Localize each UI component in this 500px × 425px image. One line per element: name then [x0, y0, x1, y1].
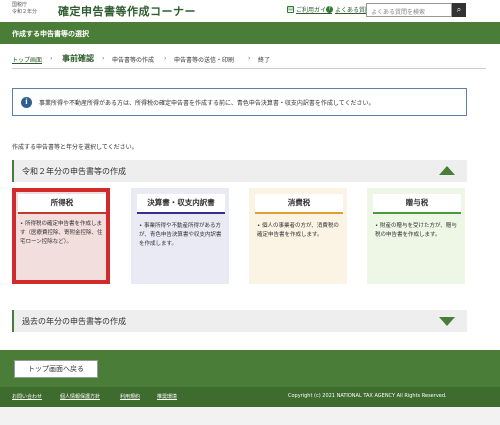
step-current: 事前確認: [62, 54, 94, 63]
card-gift-tax[interactable]: 贈与税 • 財産の贈与を受けた方が、贈与税の申告書を作成します。: [367, 188, 465, 284]
back-to-top-button[interactable]: トップ画面へ戻る: [14, 360, 98, 378]
footer-bottom: [0, 407, 500, 425]
faq-link[interactable]: ? よくある質問: [326, 5, 371, 14]
site-title[interactable]: 確定申告書等作成コーナー: [58, 3, 196, 19]
guide-icon: ▤: [287, 6, 294, 13]
card-title-underline: [373, 212, 461, 214]
card-title: 贈与税: [373, 194, 461, 212]
step-top-link[interactable]: トップ画面: [12, 55, 42, 64]
card-title: 所得税: [18, 194, 106, 212]
tax-year: 令和２年分: [12, 9, 38, 15]
card-title: 決算書・収支内訳書: [137, 194, 225, 212]
footer-link-environment[interactable]: 推奨環境: [157, 393, 177, 400]
footer-links-bar: お問い合わせ 個人情報保護方針 利用規約 推奨環境 Copyright (c) …: [0, 387, 500, 407]
card-income-tax[interactable]: 所得税 • 所得税の確定申告書を作成します（医療費控除、寄附金控除、住宅ローン控…: [12, 188, 110, 284]
instruction-text: 作成する申告書等と年分を選択してください。: [12, 144, 138, 151]
section-current-year-title: 令和２年分の申告書等の作成: [22, 167, 126, 176]
step-send-print: 申告書等の送信・印刷: [174, 57, 235, 64]
search-icon: ⌕: [456, 5, 462, 14]
card-title-underline: [255, 212, 343, 214]
card-title: 消費税: [255, 194, 343, 212]
step-separator: ›: [102, 55, 105, 62]
card-title-underline: [18, 212, 106, 214]
card-description: • 財産の贈与を受けた方が、贈与税の申告書を作成します。: [375, 223, 457, 238]
card-title-underline: [137, 212, 225, 214]
section-past-years[interactable]: 過去の年分の申告書等の作成: [12, 310, 467, 332]
header: 国税庁 令和２年分 確定申告書等作成コーナー ▤ ご利用ガイド ? よくある質問…: [0, 0, 500, 22]
info-icon: i: [21, 97, 32, 108]
question-icon: ?: [326, 6, 333, 13]
footer-link-privacy[interactable]: 個人情報保護方針: [60, 393, 100, 400]
footer-action-bar: トップ画面へ戻る: [0, 350, 500, 387]
search-input[interactable]: よくある質問を検索: [366, 3, 452, 17]
card-consumption-tax[interactable]: 消費税 • 個人の事業者の方が、消費税の確定申告書を作成します。: [249, 188, 347, 284]
agency-label: 国税庁 令和２年分: [12, 2, 37, 16]
info-text: 事業所得や不動産所得がある方は、所得税の確定申告書を作成する前に、青色申告決算書…: [39, 100, 375, 107]
card-description: • 所得税の確定申告書を作成します（医療費控除、寄附金控除、住宅ローン控除など）…: [20, 221, 103, 245]
step-create: 申告書等の作成: [112, 57, 155, 64]
footer-link-terms[interactable]: 利用規約: [120, 393, 140, 400]
page-title-bar: 作成する申告書等の選択: [0, 22, 500, 44]
info-notice: i 事業所得や不動産所得がある方は、所得税の確定申告書を作成する前に、青色申告決…: [12, 88, 467, 116]
footer-link-contact[interactable]: お問い合わせ: [12, 393, 42, 400]
progress-steps: トップ画面 › 事前確認 › 申告書等の作成 › 申告書等の送信・印刷 › 終了: [0, 49, 500, 69]
step-separator: ›: [50, 55, 53, 62]
card-description: • 事業所得や不動産所得がある方が、青色申告決算書や収支内訳書を作成します。: [139, 223, 222, 247]
copyright: Copyright (c) 2021 NATIONAL TAX AGENCY A…: [288, 393, 447, 399]
card-financial-statement[interactable]: 決算書・収支内訳書 • 事業所得や不動産所得がある方が、青色申告決算書や収支内訳…: [131, 188, 229, 284]
agency-name: 国税庁: [12, 2, 28, 8]
collapse-icon[interactable]: [439, 166, 455, 175]
step-separator: ›: [248, 55, 251, 62]
card-description: • 個人の事業者の方が、消費税の確定申告書を作成します。: [257, 223, 339, 238]
step-separator: ›: [164, 55, 167, 62]
page-title: 作成する申告書等の選択: [12, 30, 89, 38]
search-button[interactable]: ⌕: [452, 3, 466, 17]
step-finish: 終了: [258, 57, 271, 64]
expand-icon[interactable]: [439, 317, 455, 326]
divider: [12, 68, 486, 69]
section-current-year[interactable]: 令和２年分の申告書等の作成: [12, 160, 467, 182]
section-past-years-title: 過去の年分の申告書等の作成: [22, 317, 126, 326]
